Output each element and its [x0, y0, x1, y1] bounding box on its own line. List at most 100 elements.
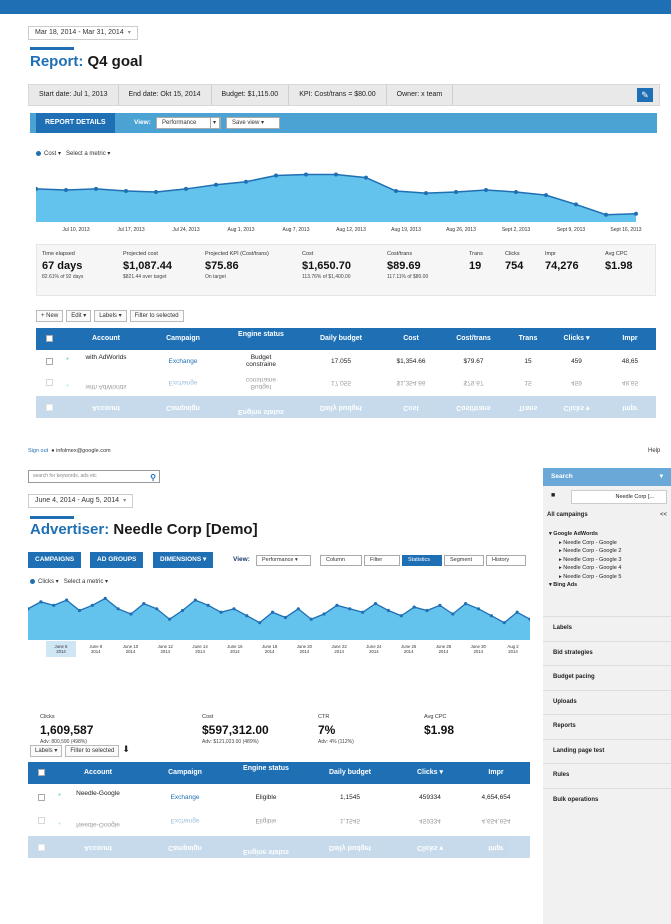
clicks-point[interactable] — [451, 612, 455, 616]
tab-report-details[interactable]: REPORT DETAILS — [36, 113, 115, 133]
clicks-point[interactable] — [412, 605, 416, 609]
cost-point[interactable] — [184, 186, 188, 191]
row-checkbox[interactable] — [38, 817, 45, 824]
select-all-checkbox[interactable] — [38, 844, 45, 851]
filter-button[interactable]: Filter — [364, 555, 400, 566]
clicks-point[interactable] — [296, 607, 300, 611]
column-header[interactable]: Cost/trans — [446, 403, 501, 411]
history-button[interactable]: History — [486, 555, 526, 566]
column-header[interactable]: Clicks ▾ — [554, 335, 599, 343]
clicks-point[interactable] — [515, 610, 519, 614]
labels-button[interactable]: Labels ▾ — [94, 310, 127, 322]
column-header[interactable]: Impr — [466, 769, 526, 777]
table-cell[interactable]: Exchange — [148, 379, 218, 386]
tree-group-google-adwords[interactable]: ▾ Google AdWords — [549, 530, 621, 539]
clicks-point[interactable] — [425, 608, 429, 613]
cost-point[interactable] — [514, 190, 518, 195]
table-cell[interactable]: Exchange — [150, 794, 220, 801]
row-checkbox[interactable] — [46, 358, 53, 365]
column-header[interactable]: Campaign — [148, 335, 218, 343]
clicks-point[interactable] — [155, 607, 159, 611]
clicks-point[interactable] — [180, 608, 185, 613]
select-all-checkbox[interactable] — [46, 404, 53, 411]
filter-button[interactable]: Filter to selected — [65, 745, 120, 757]
clicks-point[interactable] — [361, 610, 365, 614]
clicks-point[interactable] — [206, 603, 210, 607]
cost-point[interactable] — [124, 189, 128, 193]
clicks-point[interactable] — [258, 621, 262, 625]
cost-point[interactable] — [274, 173, 278, 178]
tree-item-campaign[interactable]: ▸ Needle Corp - Google 2 — [549, 547, 621, 556]
column-header[interactable]: Clicks ▾ — [400, 843, 460, 851]
clicks-point[interactable] — [219, 610, 223, 614]
table-cell[interactable]: Exchange — [148, 358, 218, 365]
clicks-point[interactable] — [129, 612, 133, 616]
metric-selector[interactable]: Clicks ▾ Select a metric ▾ — [30, 578, 108, 585]
column-header[interactable]: Cost/trans — [446, 335, 501, 343]
select-all-checkbox[interactable] — [38, 769, 45, 776]
clicks-point[interactable] — [386, 608, 391, 613]
clicks-point[interactable] — [167, 617, 172, 621]
clicks-point[interactable] — [270, 610, 275, 614]
all-campaigns-label[interactable]: All campaings — [547, 512, 588, 518]
view-select[interactable]: Performance ▾ — [256, 555, 311, 566]
clicks-point[interactable] — [464, 602, 468, 606]
cost-point[interactable] — [64, 187, 68, 192]
sidebar-item-labels[interactable]: Labels — [543, 616, 671, 639]
clicks-point[interactable] — [232, 607, 236, 611]
tree-item-campaign[interactable]: ▸ Needle Corp - Google 4 — [549, 564, 621, 573]
cost-point[interactable] — [634, 211, 638, 216]
row-checkbox[interactable] — [46, 379, 53, 386]
column-header[interactable]: Daily budget — [310, 843, 390, 851]
clicks-point[interactable] — [193, 598, 197, 602]
folder-icon[interactable]: ■ — [551, 492, 555, 499]
column-header[interactable]: Cost — [386, 335, 436, 343]
column-header[interactable]: Impr — [606, 335, 654, 343]
sidebar-item-reports[interactable]: Reports — [543, 714, 671, 737]
column-header[interactable]: Daily budget — [306, 335, 376, 343]
search-icon[interactable]: ⚲ — [150, 472, 156, 483]
cost-point[interactable] — [454, 190, 458, 195]
clicks-point[interactable] — [65, 598, 69, 602]
column-header[interactable]: Clicks ▾ — [400, 769, 460, 777]
column-header[interactable]: Cost — [386, 403, 436, 411]
cost-point[interactable] — [364, 175, 368, 180]
column-header[interactable]: Engine status — [236, 847, 296, 855]
edit-pencil-icon[interactable]: ✎ — [637, 88, 653, 102]
cost-point[interactable] — [154, 190, 158, 195]
cost-point[interactable] — [604, 212, 608, 217]
column-header[interactable]: Daily budget — [306, 403, 376, 411]
column-header[interactable]: Trans — [508, 335, 548, 343]
statistics-button[interactable]: Statistics — [402, 555, 442, 566]
column-header[interactable]: Account — [68, 769, 128, 777]
tab-ad-groups[interactable]: AD GROUPS — [90, 552, 144, 568]
clicks-point[interactable] — [103, 596, 107, 600]
tree-item-campaign[interactable]: ▸ Needle Corp - Google 5 — [549, 573, 621, 582]
clicks-point[interactable] — [502, 621, 506, 625]
column-header[interactable]: Engine status — [236, 765, 296, 773]
table-row[interactable]: ● with AdWorlds Exchange Budget constraine 1… — [36, 352, 656, 372]
search-input[interactable]: search for keywords, ads etc ⚲ — [28, 470, 160, 483]
sidebar-search-header[interactable]: Search ▾ — [543, 468, 671, 486]
clicks-point[interactable] — [476, 607, 481, 611]
sidebar-item-bid-strategies[interactable]: Bid strategies — [543, 640, 671, 664]
clicks-point[interactable] — [142, 602, 146, 606]
table-row[interactable]: ● Needle-Google Exchange Eligible 1,1545 4593… — [28, 788, 530, 808]
clicks-point[interactable] — [348, 607, 352, 611]
column-header[interactable]: Trans — [508, 403, 548, 411]
column-header[interactable]: Engine status — [236, 331, 286, 339]
sidebar-item-landing-page-test[interactable]: Landing page test — [543, 738, 671, 762]
collapse-button[interactable]: << — [660, 512, 667, 518]
cost-point[interactable] — [544, 193, 548, 198]
cost-point[interactable] — [334, 172, 338, 177]
clicks-point[interactable] — [116, 607, 120, 611]
cost-point[interactable] — [304, 172, 308, 177]
clicks-point[interactable] — [335, 603, 339, 607]
column-header[interactable]: Campaign — [150, 843, 220, 851]
column-header[interactable]: Account — [76, 403, 136, 411]
sign-out-link[interactable]: Sign out — [28, 448, 48, 454]
row-checkbox[interactable] — [38, 794, 45, 801]
date-range-button[interactable]: Mar 18, 2014 - Mar 31, 2014 ▾ — [28, 26, 138, 40]
clicks-point[interactable] — [438, 603, 442, 607]
account-select[interactable]: Needle Corp [... — [571, 490, 667, 504]
